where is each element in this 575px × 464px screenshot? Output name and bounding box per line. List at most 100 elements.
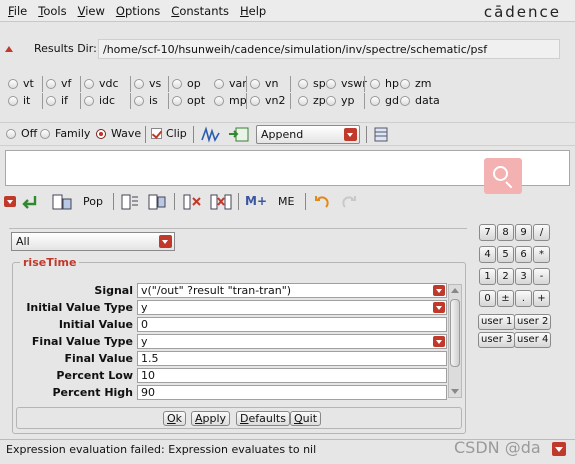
user-function-button[interactable]: user 4 [514,332,552,348]
key-3-0[interactable]: / [533,224,550,241]
radio-label: it [23,94,31,107]
quit-button[interactable]: Quit [290,411,322,426]
field-input[interactable]: 10 [137,368,447,383]
key-3-1[interactable]: * [533,246,550,263]
clear-all-icon[interactable] [210,193,232,211]
memory-store-button[interactable]: M+ [245,194,267,208]
field-input[interactable]: 1.5 [137,351,447,366]
menu-help[interactable]: Help [240,4,266,18]
stack-push-icon[interactable] [52,193,72,211]
radio-data[interactable]: data [400,94,440,107]
radio-yp[interactable]: yp [326,94,355,107]
key-1-2[interactable]: 2 [497,268,514,285]
waveform-icon[interactable] [201,126,221,143]
function-category-select[interactable]: All [11,232,175,251]
radio-var[interactable]: var [214,77,247,90]
key-1-1[interactable]: 5 [497,246,514,263]
scroll-thumb[interactable] [450,299,460,367]
chevron-down-icon[interactable] [433,336,445,347]
apply-button[interactable]: Apply [191,411,231,426]
key-3-2[interactable]: - [533,268,550,285]
radio-opt[interactable]: opt [172,94,205,107]
field-input[interactable]: y [137,334,447,349]
scroll-down-icon[interactable] [451,389,459,394]
stack-down-icon[interactable] [147,193,167,211]
field-input[interactable]: y [137,300,447,315]
radio-circle-icon [214,95,224,106]
status-menu-button[interactable] [552,442,566,456]
key-2-1[interactable]: 6 [515,246,532,263]
field-input[interactable]: 90 [137,385,447,400]
results-dir-row: Results Dir: /home/scf-10/hsunweih/caden… [0,34,575,64]
undo-arrow-icon[interactable] [20,193,40,211]
table-icon[interactable] [374,126,388,143]
menu-view[interactable]: View [78,4,105,18]
radio-vdc[interactable]: vdc [84,77,119,90]
menu-tools[interactable]: Tools [38,4,66,18]
key-2-3[interactable]: . [515,290,532,307]
radio-gd[interactable]: gd [370,94,399,107]
chevron-down-icon[interactable] [344,128,357,141]
radio-vf[interactable]: vf [46,77,71,90]
pop-button[interactable]: Pop [83,195,103,208]
key-3-3[interactable]: + [533,290,550,307]
key-2-2[interactable]: 3 [515,268,532,285]
radio-is[interactable]: is [134,94,158,107]
evaluate-insert-icon[interactable] [228,126,250,143]
user-function-button[interactable]: user 3 [478,332,516,348]
menu-options[interactable]: Options [116,4,160,18]
redo-icon[interactable] [340,193,358,211]
defaults-button[interactable]: Defaults [236,411,290,426]
collapse-arrow-icon[interactable] [5,46,13,52]
radio-vn[interactable]: vn [250,77,278,90]
search-icon-handle [505,181,513,189]
radio-it[interactable]: it [8,94,30,107]
undo-icon[interactable] [313,193,331,211]
plot-destination-select[interactable]: Append [256,125,360,144]
ok-button[interactable]: Ok [163,411,187,426]
radio-zp[interactable]: zp [298,94,326,107]
collapse-arrow-icon[interactable] [4,196,16,207]
radio-if[interactable]: if [46,94,68,107]
radio-circle-icon [400,78,410,89]
menu-file[interactable]: File [8,4,27,18]
key-0-3[interactable]: 0 [479,290,496,307]
stack-up-icon[interactable] [120,193,140,211]
watermark: CSDN @da [454,438,541,457]
key-0-1[interactable]: 4 [479,246,496,263]
chevron-down-icon[interactable] [433,302,445,313]
fields-scrollbar[interactable] [448,284,462,398]
radio-vn2[interactable]: vn2 [250,94,285,107]
results-dir-field[interactable]: /home/scf-10/hsunweih/cadence/simulation… [98,39,560,59]
search-button[interactable] [484,158,522,194]
clear-icon[interactable] [182,193,202,211]
radio-wave[interactable]: Wave [96,127,141,140]
checkbox-clip[interactable]: Clip [151,127,187,140]
user-function-button[interactable]: user 1 [478,314,516,330]
field-input[interactable]: 0 [137,317,447,332]
chevron-down-icon[interactable] [433,285,445,296]
radio-hp[interactable]: hp [370,77,399,90]
radio-off[interactable]: Off [6,127,37,140]
key-0-0[interactable]: 7 [479,224,496,241]
radio-vswr[interactable]: vswr [326,77,367,90]
key-1-3[interactable]: ± [497,290,514,307]
separator [305,193,306,210]
radio-family[interactable]: Family [40,127,90,140]
user-function-button[interactable]: user 2 [514,314,552,330]
radio-sp[interactable]: sp [298,77,326,90]
chevron-down-icon[interactable] [159,235,172,248]
radio-vs[interactable]: vs [134,77,161,90]
key-2-0[interactable]: 9 [515,224,532,241]
radio-op[interactable]: op [172,77,201,90]
radio-zm[interactable]: zm [400,77,432,90]
radio-vt[interactable]: vt [8,77,34,90]
key-1-0[interactable]: 8 [497,224,514,241]
field-input[interactable]: v("/out" ?result "tran-tran") [137,283,447,298]
menu-constants[interactable]: Constants [171,4,229,18]
radio-mp[interactable]: mp [214,94,247,107]
memory-edit-button[interactable]: ME [278,195,294,208]
radio-idc[interactable]: idc [84,94,115,107]
scroll-up-icon[interactable] [451,288,459,293]
key-0-2[interactable]: 1 [479,268,496,285]
